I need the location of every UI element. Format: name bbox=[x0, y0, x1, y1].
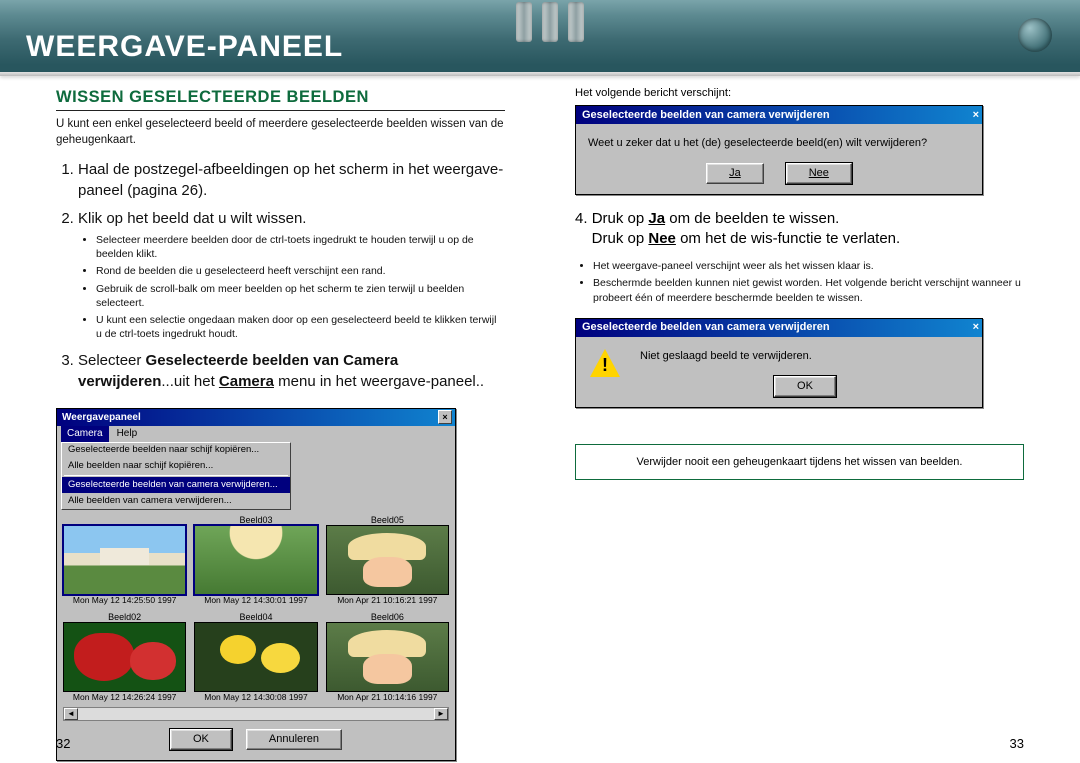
notice-text: Het volgende bericht verschijnt: bbox=[575, 86, 1024, 101]
close-icon[interactable]: × bbox=[438, 410, 452, 424]
sub-item: Rond de beelden die u geselecteerd heeft… bbox=[96, 264, 505, 278]
screenshot-weergavepaneel: Weergavepaneel × Camera Help Geselecteer… bbox=[56, 408, 456, 761]
thumbnail[interactable]: Beeld03 Mon May 12 14:30:01 1997 bbox=[194, 514, 317, 606]
error-dialog: Geselecteerde beelden van camera verwijd… bbox=[575, 318, 983, 408]
warning-icon bbox=[588, 349, 622, 381]
thumb-timestamp: Mon Apr 21 10:14:16 1997 bbox=[326, 692, 449, 703]
dialog-message: Niet geslaagd beeld te verwijderen. bbox=[640, 349, 970, 364]
ok-button[interactable]: OK bbox=[774, 376, 836, 397]
menu-item-delete-selected[interactable]: Geselecteerde beelden van camera verwijd… bbox=[62, 477, 290, 493]
dialog-body: Niet geslaagd beeld te verwijderen. OK bbox=[576, 337, 982, 407]
dialog-title: Geselecteerde beelden van camera verwijd… bbox=[582, 108, 830, 123]
thumb-label: Beeld02 bbox=[63, 611, 186, 622]
thumb-label: Beeld05 bbox=[326, 514, 449, 525]
dialog-titlebar: Geselecteerde beelden van camera verwijd… bbox=[576, 319, 982, 337]
dialog-button-row: Ja Nee bbox=[588, 163, 970, 184]
thumb-image bbox=[194, 525, 317, 595]
thumb-image bbox=[194, 622, 317, 692]
thumb-timestamp: Mon May 12 14:30:01 1997 bbox=[194, 595, 317, 606]
thumb-label: Beeld04 bbox=[194, 611, 317, 622]
menu-help[interactable]: Help bbox=[111, 426, 144, 442]
dialog-title: Geselecteerde beelden van camera verwijd… bbox=[582, 320, 830, 335]
menu-camera[interactable]: Camera bbox=[61, 426, 109, 442]
step-2: Klik op het beeld dat u wilt wissen. Sel… bbox=[78, 209, 505, 341]
scroll-left-icon[interactable]: ◄ bbox=[64, 708, 78, 720]
thumb-image bbox=[63, 525, 186, 595]
header-underline bbox=[0, 72, 1080, 76]
right-column: Het volgende bericht verschijnt: Geselec… bbox=[575, 86, 1024, 743]
window-titlebar: Weergavepaneel × bbox=[57, 409, 455, 426]
hinge-icon bbox=[542, 2, 558, 42]
manual-page-spread: WEERGAVE-PANEEL WISSEN GESELECTEERDE BEE… bbox=[0, 0, 1080, 763]
binding-hinges bbox=[516, 2, 584, 42]
cancel-button[interactable]: Annuleren bbox=[246, 729, 342, 750]
no-button[interactable]: Nee bbox=[786, 163, 852, 184]
close-icon[interactable]: × bbox=[973, 320, 979, 335]
thumb-label: Beeld03 bbox=[194, 514, 317, 525]
header-ornament-icon bbox=[1018, 18, 1052, 52]
window-button-row: OK Annuleren bbox=[57, 721, 455, 760]
section-heading: WISSEN GESELECTEERDE BEELDEN bbox=[56, 86, 505, 111]
hinge-icon bbox=[516, 2, 532, 42]
step-4: 4. Druk op Ja om de beelden te wissen. D… bbox=[575, 209, 1024, 250]
warning-note: Verwijder nooit een geheugenkaart tijden… bbox=[575, 444, 1024, 481]
ok-button[interactable]: OK bbox=[170, 729, 232, 750]
sub-item: U kunt een selectie ongedaan maken door … bbox=[96, 313, 505, 341]
thumb-timestamp: Mon May 12 14:30:08 1997 bbox=[194, 692, 317, 703]
thumbnail[interactable]: Beeld06 Mon Apr 21 10:14:16 1997 bbox=[326, 611, 449, 703]
page-number-right: 33 bbox=[1010, 736, 1024, 751]
step-1: Haal de postzegel-afbeeldingen op het sc… bbox=[78, 160, 505, 201]
sub-item: Beschermde beelden kunnen niet gewist wo… bbox=[593, 276, 1024, 304]
horizontal-scrollbar[interactable]: ◄ ► bbox=[63, 707, 449, 721]
thumbnail[interactable]: Beeld05 Mon Apr 21 10:16:21 1997 bbox=[326, 514, 449, 606]
left-column: WISSEN GESELECTEERDE BEELDEN U kunt een … bbox=[56, 86, 505, 743]
intro-text: U kunt een enkel geselecteerd beeld of m… bbox=[56, 117, 505, 148]
content-columns: WISSEN GESELECTEERDE BEELDEN U kunt een … bbox=[56, 86, 1024, 743]
thumb-timestamp: Mon May 12 14:25:50 1997 bbox=[63, 595, 186, 606]
window-menubar: Camera Help bbox=[57, 426, 455, 442]
menu-item-copy-selected[interactable]: Geselecteerde beelden naar schijf kopiër… bbox=[62, 443, 290, 459]
thumb-timestamp: Mon May 12 14:26:24 1997 bbox=[63, 692, 186, 703]
dialog-message: Weet u zeker dat u het (de) geselecteerd… bbox=[588, 136, 970, 151]
scroll-right-icon[interactable]: ► bbox=[434, 708, 448, 720]
thumb-timestamp: Mon Apr 21 10:16:21 1997 bbox=[326, 595, 449, 606]
sub-item: Gebruik de scroll-balk om meer beelden o… bbox=[96, 282, 505, 310]
close-icon[interactable]: × bbox=[973, 108, 979, 123]
step-3: Selecteer Geselecteerde beelden van Came… bbox=[78, 351, 505, 392]
sub-item: Selecteer meerdere beelden door de ctrl-… bbox=[96, 233, 505, 261]
step-2-sublist: Selecteer meerdere beelden door de ctrl-… bbox=[80, 233, 505, 341]
thumbnail[interactable]: Beeld04 Mon May 12 14:30:08 1997 bbox=[194, 611, 317, 703]
thumb-image bbox=[326, 525, 449, 595]
thumb-label: Beeld06 bbox=[326, 611, 449, 622]
menu-item-delete-all[interactable]: Alle beelden van camera verwijderen... bbox=[62, 493, 290, 509]
thumb-image bbox=[63, 622, 186, 692]
thumb-label bbox=[63, 514, 186, 525]
thumbnail[interactable]: Beeld02 Mon May 12 14:26:24 1997 bbox=[63, 611, 186, 703]
yes-button[interactable]: Ja bbox=[706, 163, 764, 184]
thumb-image bbox=[326, 622, 449, 692]
dialog-button-row: OK bbox=[640, 376, 970, 397]
step-4-sublist: Het weergave-paneel verschijnt weer als … bbox=[577, 259, 1024, 308]
hinge-icon bbox=[568, 2, 584, 42]
step-2-text: Klik op het beeld dat u wilt wissen. bbox=[78, 210, 306, 227]
dialog-titlebar: Geselecteerde beelden van camera verwijd… bbox=[576, 106, 982, 124]
thumbnail-grid: Mon May 12 14:25:50 1997 Beeld03 Mon May 1… bbox=[63, 514, 449, 703]
window-title: Weergavepaneel bbox=[62, 411, 141, 425]
page-number-left: 32 bbox=[56, 736, 70, 751]
page-title: WEERGAVE-PANEEL bbox=[26, 30, 343, 64]
steps-list: Haal de postzegel-afbeeldingen op het sc… bbox=[56, 160, 505, 399]
menu-item-copy-all[interactable]: Alle beelden naar schijf kopiëren... bbox=[62, 459, 290, 475]
scroll-track[interactable] bbox=[78, 708, 434, 720]
sub-item: Het weergave-paneel verschijnt weer als … bbox=[593, 259, 1024, 273]
camera-menu-dropdown: Geselecteerde beelden naar schijf kopiër… bbox=[61, 442, 291, 510]
dialog-body: Weet u zeker dat u het (de) geselecteerd… bbox=[576, 124, 982, 194]
thumbnail[interactable]: Mon May 12 14:25:50 1997 bbox=[63, 514, 186, 606]
menu-separator bbox=[64, 475, 288, 476]
confirm-delete-dialog: Geselecteerde beelden van camera verwijd… bbox=[575, 105, 983, 195]
